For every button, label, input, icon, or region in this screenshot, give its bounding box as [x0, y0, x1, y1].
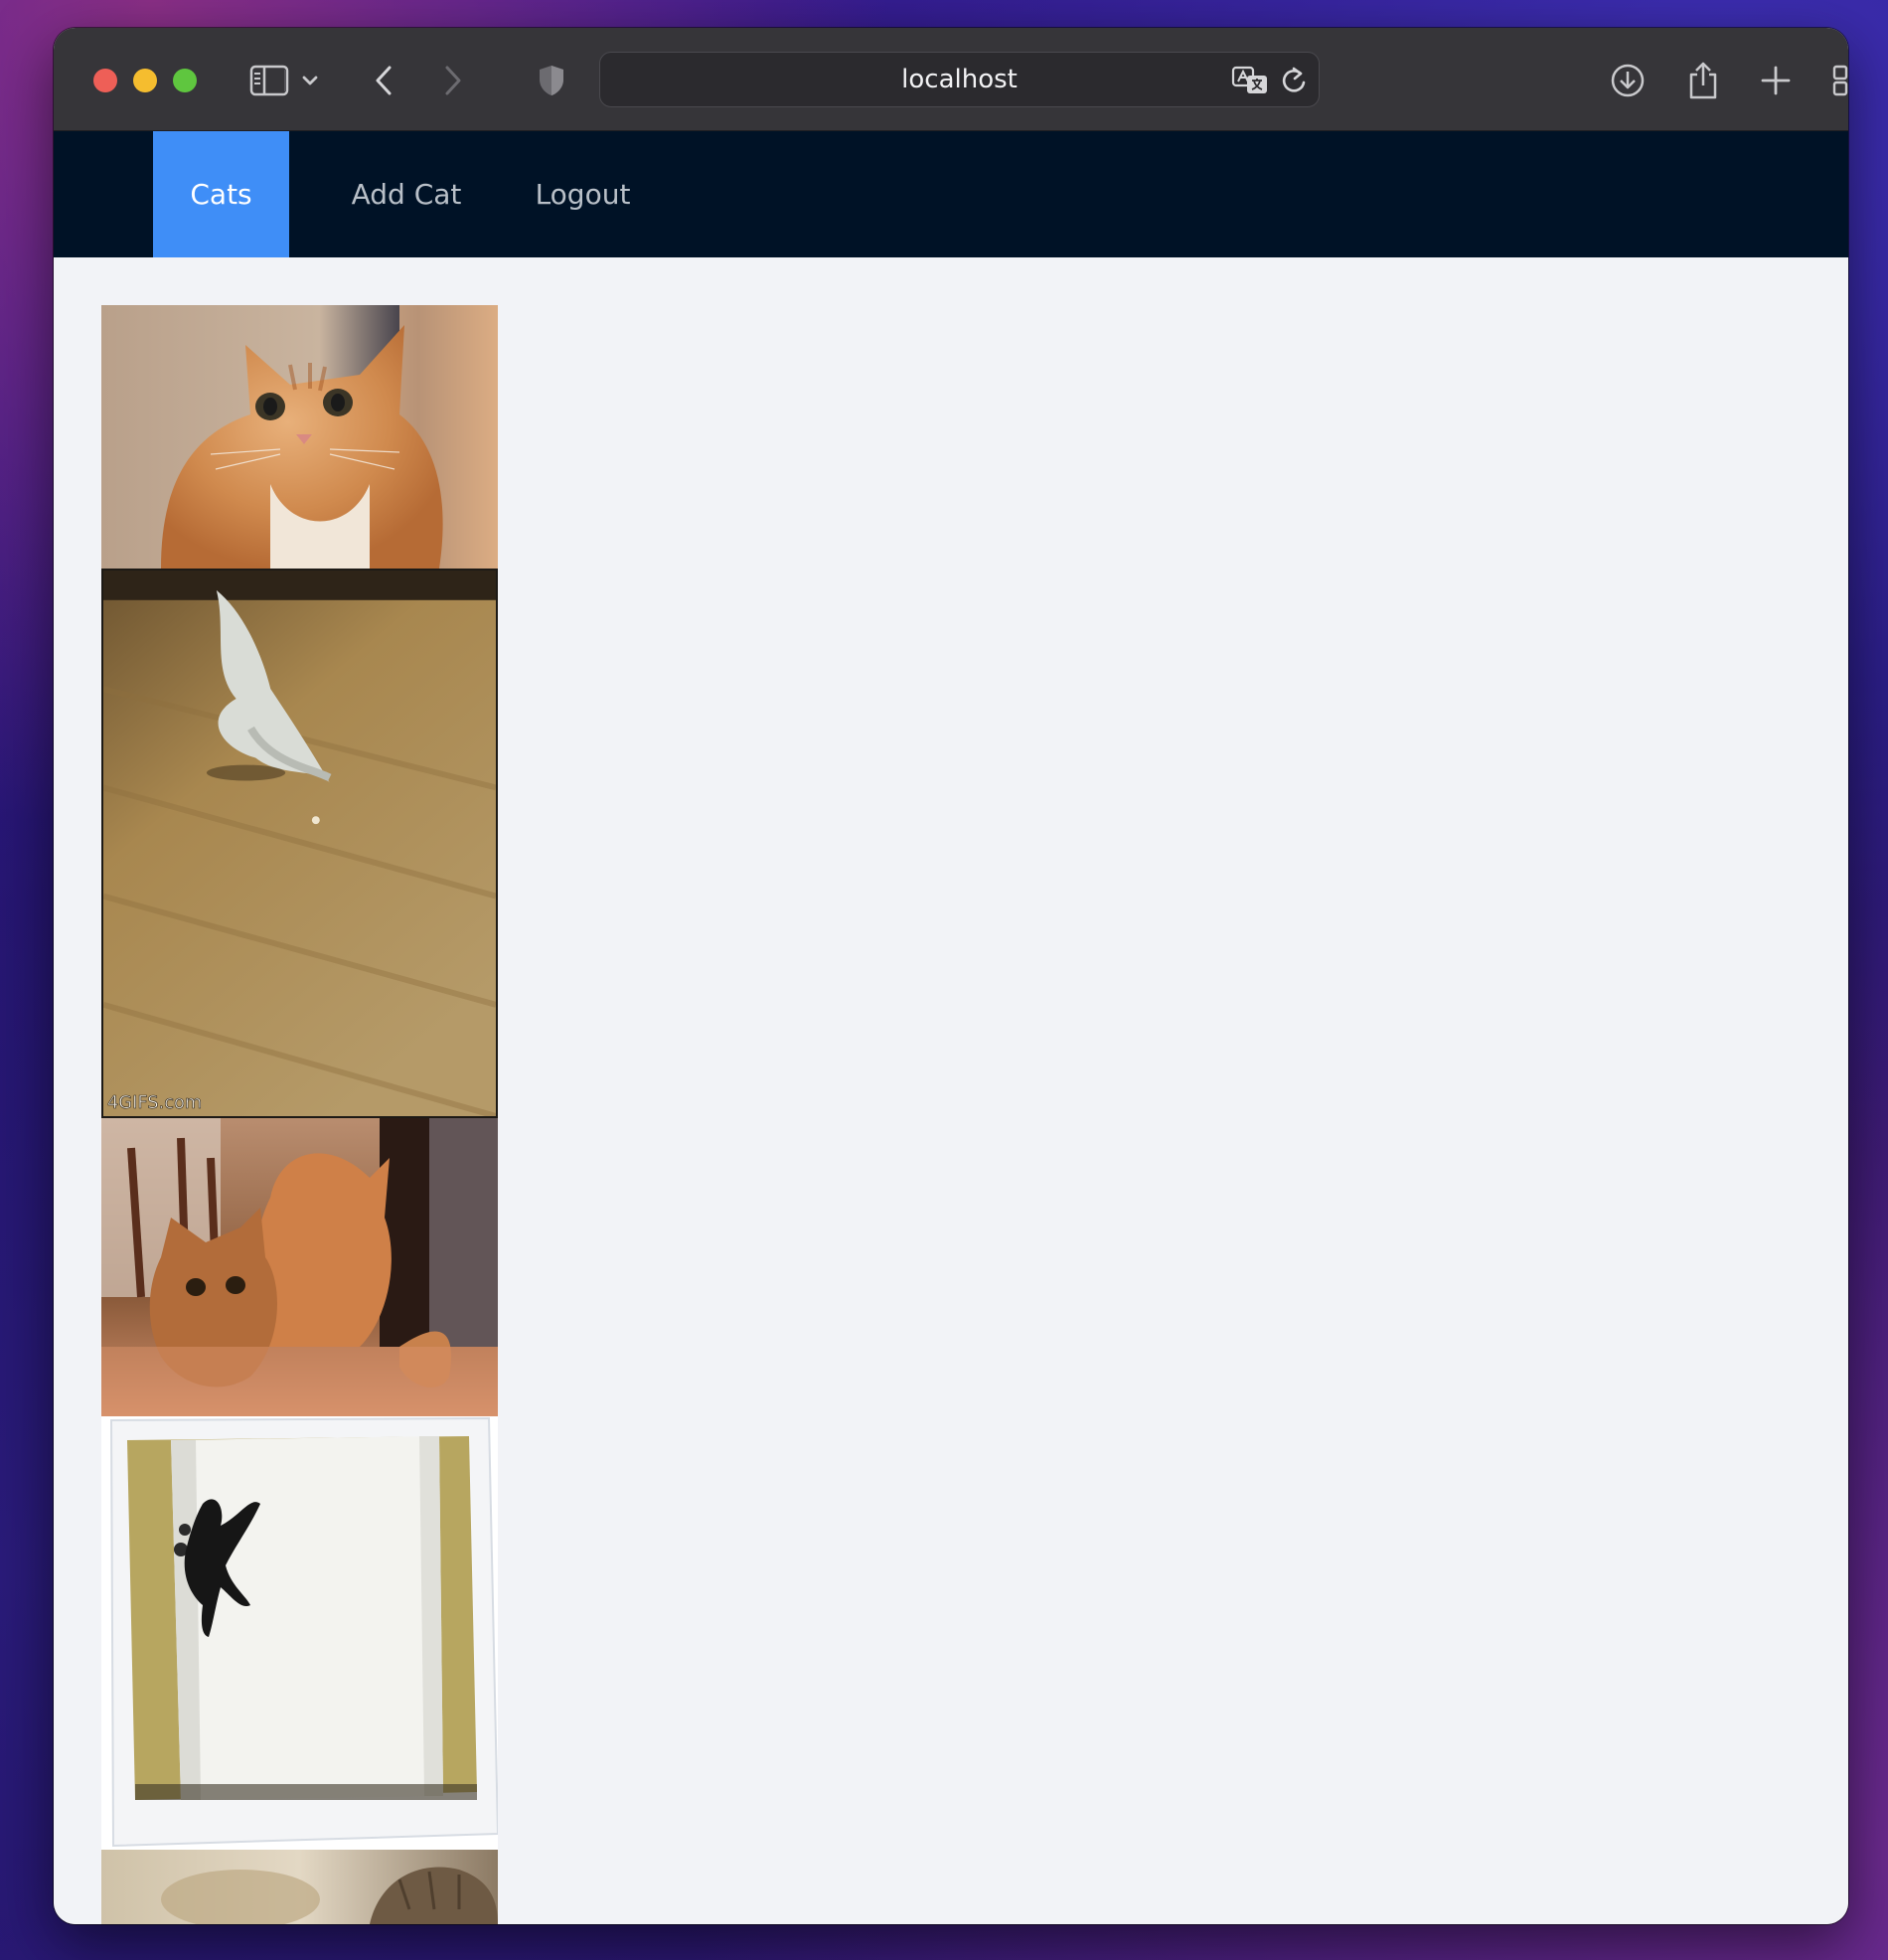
site-navbar: Cats Add Cat Logout — [54, 131, 1848, 257]
share-icon[interactable] — [1683, 58, 1723, 103]
download-icon[interactable] — [1608, 58, 1648, 103]
close-window-button[interactable] — [93, 69, 117, 92]
address-bar[interactable]: localhost — [599, 52, 1320, 107]
nav-item-logout[interactable]: Logout — [511, 131, 655, 257]
cat-image[interactable] — [101, 1850, 498, 1924]
cat-image[interactable] — [101, 1416, 498, 1850]
cat-image[interactable] — [101, 1118, 498, 1416]
cat-gallery: 4GIFS.com — [54, 257, 1848, 1924]
shield-icon[interactable] — [536, 58, 567, 103]
back-icon[interactable] — [370, 58, 397, 103]
translate-icon[interactable] — [1231, 65, 1271, 101]
nav-item-add-cat[interactable]: Add Cat — [327, 131, 486, 257]
cat-image[interactable] — [101, 305, 498, 569]
new-tab-icon[interactable] — [1756, 58, 1796, 103]
reload-icon[interactable] — [1279, 65, 1309, 101]
nav-item-cats[interactable]: Cats — [153, 131, 289, 257]
chevron-down-icon[interactable] — [298, 58, 322, 103]
cat-image[interactable]: 4GIFS.com — [101, 569, 498, 1118]
url-text: localhost — [901, 65, 1018, 94]
browser-window: localhost Cats Add Cat Logout 4GIFS.com — [54, 28, 1848, 1924]
gif-watermark: 4GIFS.com — [107, 1092, 202, 1113]
toolbar-divider — [284, 70, 286, 91]
zoom-window-button[interactable] — [173, 69, 197, 92]
minimize-window-button[interactable] — [133, 69, 157, 92]
forward-icon[interactable] — [439, 58, 467, 103]
browser-toolbar: localhost — [54, 28, 1848, 131]
tab-overview-icon[interactable] — [1828, 58, 1848, 103]
